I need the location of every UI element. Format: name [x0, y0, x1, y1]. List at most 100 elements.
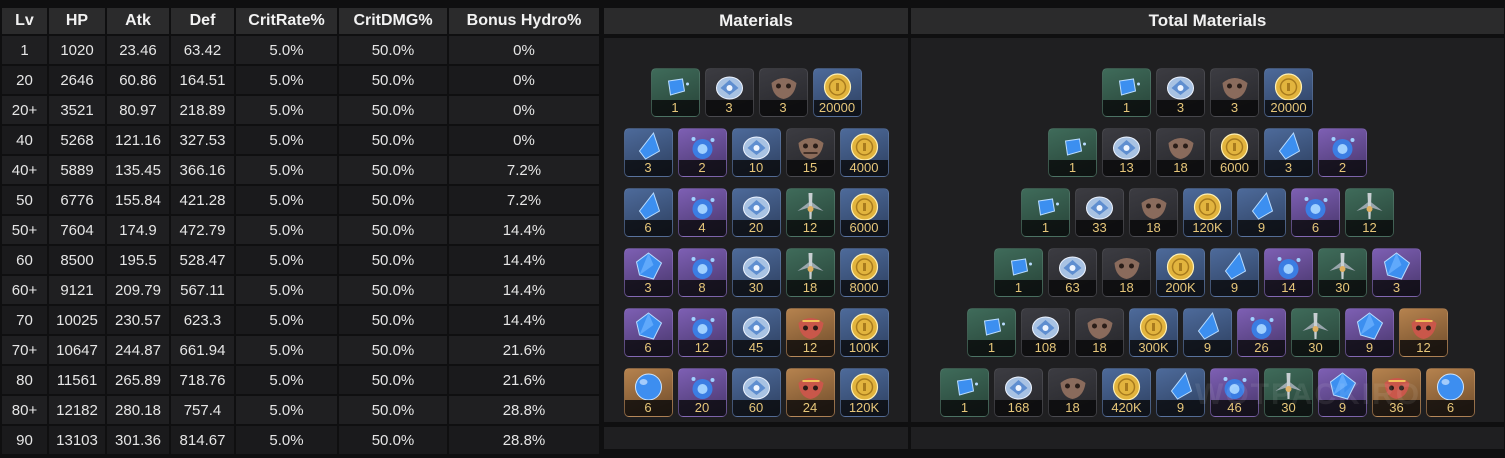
- material-item[interactable]: 3: [623, 127, 673, 177]
- material-item[interactable]: 12: [677, 307, 727, 357]
- material-item[interactable]: 1: [940, 367, 989, 417]
- material-item[interactable]: 2: [1318, 127, 1367, 177]
- cell-hp: 12182: [49, 396, 105, 424]
- material-count: 3: [759, 99, 807, 116]
- material-count: 18: [1049, 399, 1096, 416]
- material-item[interactable]: 60: [731, 367, 781, 417]
- material-item[interactable]: 3: [1264, 127, 1313, 177]
- cell-lv: 80+: [2, 396, 47, 424]
- material-item[interactable]: 1: [1021, 187, 1070, 237]
- total-materials-cell: 1 63 18 200K 9 14 30 3: [911, 242, 1504, 302]
- material-item[interactable]: 420K: [1102, 367, 1151, 417]
- material-item[interactable]: 120K: [1183, 187, 1232, 237]
- material-item[interactable]: 18: [1048, 367, 1097, 417]
- material-item[interactable]: 18: [785, 247, 835, 297]
- material-item[interactable]: 20: [677, 367, 727, 417]
- table-row: 40 5268 121.16 327.53 5.0% 50.0% 0%: [2, 126, 599, 154]
- cell-lv: 70+: [2, 336, 47, 364]
- material-item[interactable]: 15: [785, 127, 835, 177]
- material-count: 108: [1022, 339, 1069, 356]
- header-total-materials: Total Materials: [911, 8, 1504, 34]
- material-item[interactable]: 100K: [839, 307, 889, 357]
- material-item[interactable]: 108: [1021, 307, 1070, 357]
- material-item[interactable]: 4: [677, 187, 727, 237]
- material-item[interactable]: 24: [785, 367, 835, 417]
- material-item[interactable]: 6: [1291, 187, 1340, 237]
- material-item[interactable]: 9: [1345, 307, 1394, 357]
- material-item[interactable]: 3: [1210, 67, 1259, 117]
- header-bonus-hydro: Bonus Hydro%: [449, 8, 599, 34]
- material-item[interactable]: 200K: [1156, 247, 1205, 297]
- cell-bonus-hydro: 7.2%: [449, 186, 599, 214]
- material-item[interactable]: 30: [731, 247, 781, 297]
- material-item[interactable]: 18: [1129, 187, 1178, 237]
- material-count: 15: [786, 159, 834, 176]
- material-item[interactable]: 4000: [839, 127, 889, 177]
- material-item[interactable]: 8000: [839, 247, 889, 297]
- material-count: 2: [678, 159, 726, 176]
- material-item[interactable]: 20000: [812, 67, 862, 117]
- material-item[interactable]: 1: [1048, 127, 1097, 177]
- cell-bonus-hydro: 0%: [449, 36, 599, 64]
- material-count: 120K: [1184, 219, 1231, 236]
- material-item[interactable]: 30: [1318, 247, 1367, 297]
- material-item[interactable]: 12: [785, 307, 835, 357]
- material-item[interactable]: 3: [1372, 247, 1421, 297]
- cell-crit-rate: 5.0%: [236, 216, 337, 244]
- material-item[interactable]: 12: [1345, 187, 1394, 237]
- material-item[interactable]: 9: [1183, 307, 1232, 357]
- cell-bonus-hydro: 14.4%: [449, 216, 599, 244]
- total-materials-cell: 1 33 18 120K 9 6 12: [911, 182, 1504, 242]
- material-item[interactable]: 9: [1210, 247, 1259, 297]
- material-item[interactable]: 12: [785, 187, 835, 237]
- material-item[interactable]: 45: [731, 307, 781, 357]
- material-item[interactable]: 20000: [1264, 67, 1313, 117]
- material-item[interactable]: 6: [623, 307, 673, 357]
- material-item[interactable]: 63: [1048, 247, 1097, 297]
- material-item[interactable]: 6: [1426, 367, 1475, 417]
- material-item[interactable]: 300K: [1129, 307, 1178, 357]
- material-item[interactable]: 6: [623, 367, 673, 417]
- material-item[interactable]: 26: [1237, 307, 1286, 357]
- material-item[interactable]: 168: [994, 367, 1043, 417]
- material-item[interactable]: 9: [1237, 187, 1286, 237]
- material-count: 1: [651, 99, 699, 116]
- material-count: 3: [624, 279, 672, 296]
- material-count: 3: [624, 159, 672, 176]
- cell-hp: 13103: [49, 426, 105, 454]
- material-item[interactable]: 10: [731, 127, 781, 177]
- material-count: 18: [786, 279, 834, 296]
- material-item[interactable]: 20: [731, 187, 781, 237]
- material-item[interactable]: 6: [623, 187, 673, 237]
- cell-lv: 60: [2, 246, 47, 274]
- material-item[interactable]: 2: [677, 127, 727, 177]
- material-count: 1: [1049, 159, 1096, 176]
- header-def: Def: [171, 8, 234, 34]
- material-count: 20000: [1265, 99, 1312, 116]
- material-item[interactable]: 12: [1399, 307, 1448, 357]
- cell-lv: 40+: [2, 156, 47, 184]
- material-item[interactable]: 1: [967, 307, 1016, 357]
- material-item[interactable]: 6000: [839, 187, 889, 237]
- material-item[interactable]: 3: [758, 67, 808, 117]
- material-item[interactable]: 6000: [1210, 127, 1259, 177]
- material-item[interactable]: 18: [1075, 307, 1124, 357]
- material-item[interactable]: 3: [1156, 67, 1205, 117]
- material-item[interactable]: 14: [1264, 247, 1313, 297]
- material-item[interactable]: 33: [1075, 187, 1124, 237]
- material-item[interactable]: 18: [1102, 247, 1151, 297]
- cell-def: 164.51: [171, 66, 234, 94]
- material-item[interactable]: 1: [1102, 67, 1151, 117]
- material-item[interactable]: 120K: [839, 367, 889, 417]
- material-item[interactable]: 3: [704, 67, 754, 117]
- material-item[interactable]: 1: [994, 247, 1043, 297]
- material-count: 6: [624, 219, 672, 236]
- material-item[interactable]: 13: [1102, 127, 1151, 177]
- header-materials: Materials: [604, 8, 908, 34]
- material-item[interactable]: 1: [650, 67, 700, 117]
- material-item[interactable]: 3: [623, 247, 673, 297]
- material-item[interactable]: 18: [1156, 127, 1205, 177]
- material-item[interactable]: 30: [1291, 307, 1340, 357]
- material-item[interactable]: 8: [677, 247, 727, 297]
- cell-hp: 2646: [49, 66, 105, 94]
